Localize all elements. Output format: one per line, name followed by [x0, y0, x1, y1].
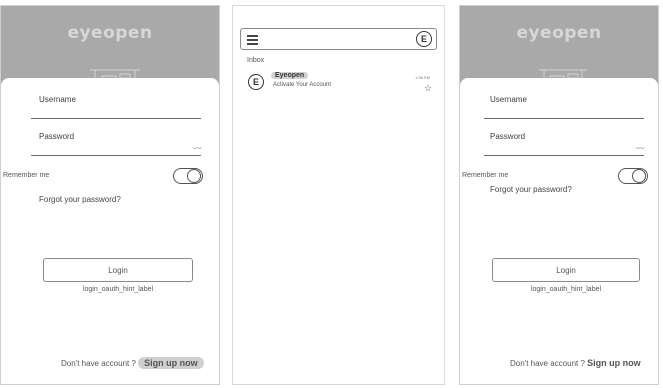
signup-row: Don't have account ? Sign up now: [510, 358, 641, 368]
inbox-toolbar: E: [240, 28, 437, 50]
username-field[interactable]: [484, 118, 644, 119]
login-card: Username Password ⌣⌣ Remember me Forgot …: [1, 78, 219, 384]
login-screen-right: eyeopen Username Password ⌣⌣ Remember me…: [459, 5, 659, 385]
toggle-knob: [632, 169, 646, 183]
sign-up-link[interactable]: Sign up now: [587, 358, 641, 368]
brand-logo: eyeopen: [67, 23, 153, 43]
inbox-screen: E Inbox E Eyeopen Activate Your Account …: [232, 5, 445, 385]
show-password-icon[interactable]: ⌣⌣: [192, 143, 201, 153]
signup-row: Don't have account ? Sign up now: [61, 357, 204, 369]
login-button[interactable]: Login: [43, 258, 193, 282]
mail-time: 1:38 PM: [415, 75, 430, 80]
sign-up-link[interactable]: Sign up now: [138, 357, 204, 369]
toggle-knob: [187, 169, 201, 183]
brand-logo: eyeopen: [516, 23, 602, 43]
username-label: Username: [490, 95, 527, 104]
oauth-hint-label: login_oauth_hint_label: [530, 286, 602, 293]
account-avatar[interactable]: E: [416, 31, 432, 47]
hamburger-menu-icon[interactable]: [247, 35, 258, 47]
remember-me-label: Remember me: [3, 172, 50, 179]
header-banner: eyeopen: [1, 6, 219, 88]
forgot-password-link[interactable]: Forgot your password?: [39, 195, 121, 204]
forgot-password-link[interactable]: Forgot your password?: [490, 185, 572, 194]
show-password-icon[interactable]: ⌣⌣: [635, 143, 644, 153]
password-label: Password: [39, 132, 75, 141]
password-field[interactable]: [31, 155, 201, 156]
username-label: Username: [39, 95, 76, 104]
remember-me-toggle[interactable]: [173, 168, 203, 184]
header-banner: eyeopen: [460, 6, 658, 88]
password-label: Password: [490, 132, 526, 141]
login-button[interactable]: Login: [492, 258, 640, 282]
signup-prompt: Don't have account ?: [61, 359, 136, 368]
password-field[interactable]: [484, 155, 644, 156]
username-field[interactable]: [31, 118, 201, 119]
login-card: Username Password ⌣⌣ Remember me Forgot …: [460, 78, 658, 384]
mail-sender: Eyeopen: [271, 72, 309, 79]
oauth-hint-label: login_oauth_hint_label: [82, 286, 154, 293]
signup-prompt: Don't have account ?: [510, 359, 585, 368]
mail-subject: Activate Your Account: [273, 82, 332, 88]
login-screen-left: eyeopen Username Password ⌣⌣ Remember me…: [0, 5, 220, 385]
star-icon[interactable]: ☆: [424, 83, 432, 94]
sender-avatar: E: [248, 74, 264, 90]
remember-me-label: Remember me: [462, 172, 509, 179]
inbox-title: Inbox: [247, 57, 265, 64]
remember-me-toggle[interactable]: [618, 168, 648, 184]
